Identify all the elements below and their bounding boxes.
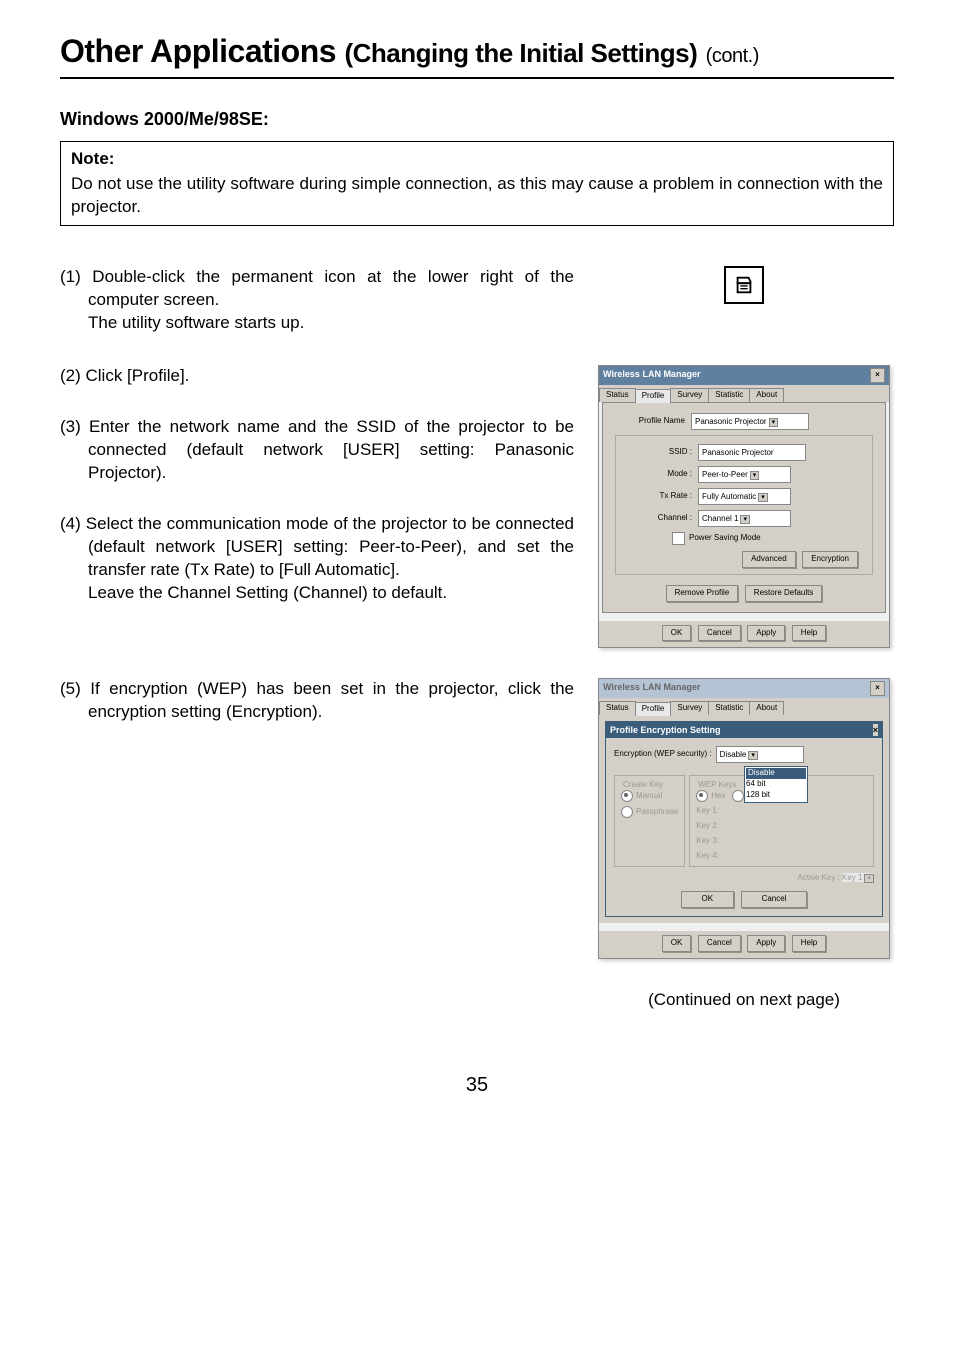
title-main: Other Applications xyxy=(60,33,336,69)
txrate-label: Tx Rate : xyxy=(622,491,698,502)
channel-select[interactable]: Channel 1 xyxy=(698,510,791,527)
manual-radio[interactable] xyxy=(621,790,633,802)
inner-ok-button[interactable]: OK xyxy=(681,891,735,908)
restore-defaults-button[interactable]: Restore Defaults xyxy=(745,585,823,602)
power-saving-label: Power Saving Mode xyxy=(689,533,761,544)
tab-about[interactable]: About xyxy=(749,388,784,402)
profile-name-label: Profile Name xyxy=(615,416,691,427)
inner-title: Profile Encryption Setting xyxy=(610,724,721,736)
projector-icon xyxy=(733,273,755,297)
tray-icon xyxy=(724,266,764,304)
close-icon[interactable]: × xyxy=(870,368,885,383)
help-button[interactable]: Help xyxy=(792,625,826,642)
cancel-button[interactable]: Cancel xyxy=(698,625,741,642)
passphrase-label: Passphrase xyxy=(636,808,678,817)
title-sub: (Changing the Initial Settings) xyxy=(344,38,697,68)
manual-label: Manual xyxy=(636,792,662,801)
step-4-line2: Leave the Channel Setting (Channel) to d… xyxy=(60,582,574,605)
ssid-label: SSID : xyxy=(622,447,698,458)
os-heading: Windows 2000/Me/98SE: xyxy=(60,107,894,131)
key2-label: Key 2: xyxy=(696,821,719,830)
title-cont: (cont.) xyxy=(706,45,759,67)
help-button[interactable]: Help xyxy=(792,935,826,952)
note-text: Do not use the utility software during s… xyxy=(71,174,883,216)
ok-button[interactable]: OK xyxy=(662,625,692,642)
active-key-label: Active Key : xyxy=(798,873,840,882)
apply-button[interactable]: Apply xyxy=(747,935,785,952)
page-number: 35 xyxy=(60,1072,894,1099)
power-saving-checkbox[interactable] xyxy=(672,532,685,545)
dialog1-title: Wireless LAN Manager xyxy=(603,368,700,383)
continued-text: (Continued on next page) xyxy=(594,989,894,1012)
note-box: Note: Do not use the utility software du… xyxy=(60,141,894,226)
remove-profile-button[interactable]: Remove Profile xyxy=(666,585,739,602)
tab-statistic[interactable]: Statistic xyxy=(708,701,750,715)
txrate-select[interactable]: Fully Automatic xyxy=(698,488,791,505)
ssid-field[interactable]: Panasonic Projector xyxy=(698,444,806,461)
encryption-label: Encryption (WEP security) : xyxy=(614,749,716,760)
active-key-select[interactable]: Key 1 xyxy=(842,873,874,882)
advanced-button[interactable]: Advanced xyxy=(742,551,796,568)
key4-label: Key 4: xyxy=(696,851,719,860)
step-5: (5) If encryption (WEP) has been set in … xyxy=(60,678,574,724)
hex-label: Hex xyxy=(711,792,725,801)
step-4-line1: (4) Select the communication mode of the… xyxy=(60,513,574,582)
encryption-select[interactable]: Disable xyxy=(716,746,804,763)
wireless-lan-manager-dialog: Wireless LAN Manager × Status Profile Su… xyxy=(598,365,890,648)
ascii-radio[interactable] xyxy=(732,790,744,802)
dialog2-title: Wireless LAN Manager xyxy=(603,681,700,696)
page-title: Other Applications (Changing the Initial… xyxy=(60,30,894,79)
key3-label: Key 3: xyxy=(696,836,719,845)
key1-label: Key 1: xyxy=(696,806,719,815)
enc-option-64bit[interactable]: 64 bit xyxy=(746,779,806,790)
tab-survey[interactable]: Survey xyxy=(670,388,709,402)
tab-profile[interactable]: Profile xyxy=(635,702,672,716)
close-icon[interactable]: × xyxy=(873,724,878,736)
inner-cancel-button[interactable]: Cancel xyxy=(741,891,808,908)
profile-encryption-setting-dialog: Profile Encryption Setting × Encryption … xyxy=(605,721,883,917)
tab-profile[interactable]: Profile xyxy=(635,389,672,403)
encryption-dialog-parent: Wireless LAN Manager × Status Profile Su… xyxy=(598,678,890,959)
mode-label: Mode : xyxy=(622,469,698,480)
cancel-button[interactable]: Cancel xyxy=(698,935,741,952)
apply-button[interactable]: Apply xyxy=(747,625,785,642)
step-1-line1: (1) Double-click the permanent icon at t… xyxy=(60,266,574,312)
wep-keys-group: WEP Keys xyxy=(696,780,738,791)
ok-button[interactable]: OK xyxy=(662,935,692,952)
tab-survey[interactable]: Survey xyxy=(670,701,709,715)
hex-radio[interactable] xyxy=(696,790,708,802)
step-3: (3) Enter the network name and the SSID … xyxy=(60,416,574,485)
step-2: (2) Click [Profile]. xyxy=(60,365,574,388)
enc-option-disable[interactable]: Disable xyxy=(746,768,806,779)
note-label: Note: xyxy=(71,148,883,171)
tab-about[interactable]: About xyxy=(749,701,784,715)
create-key-group: Create Key xyxy=(621,780,665,791)
channel-label: Channel : xyxy=(622,513,698,524)
close-icon[interactable]: × xyxy=(870,681,885,696)
tab-status[interactable]: Status xyxy=(599,388,636,402)
mode-select[interactable]: Peer-to-Peer xyxy=(698,466,791,483)
encryption-button[interactable]: Encryption xyxy=(802,551,858,568)
tab-statistic[interactable]: Statistic xyxy=(708,388,750,402)
enc-option-128bit[interactable]: 128 bit xyxy=(746,790,806,801)
profile-name-select[interactable]: Panasonic Projector xyxy=(691,413,809,430)
passphrase-radio[interactable] xyxy=(621,806,633,818)
step-1-line2: The utility software starts up. xyxy=(60,312,574,335)
tab-status[interactable]: Status xyxy=(599,701,636,715)
